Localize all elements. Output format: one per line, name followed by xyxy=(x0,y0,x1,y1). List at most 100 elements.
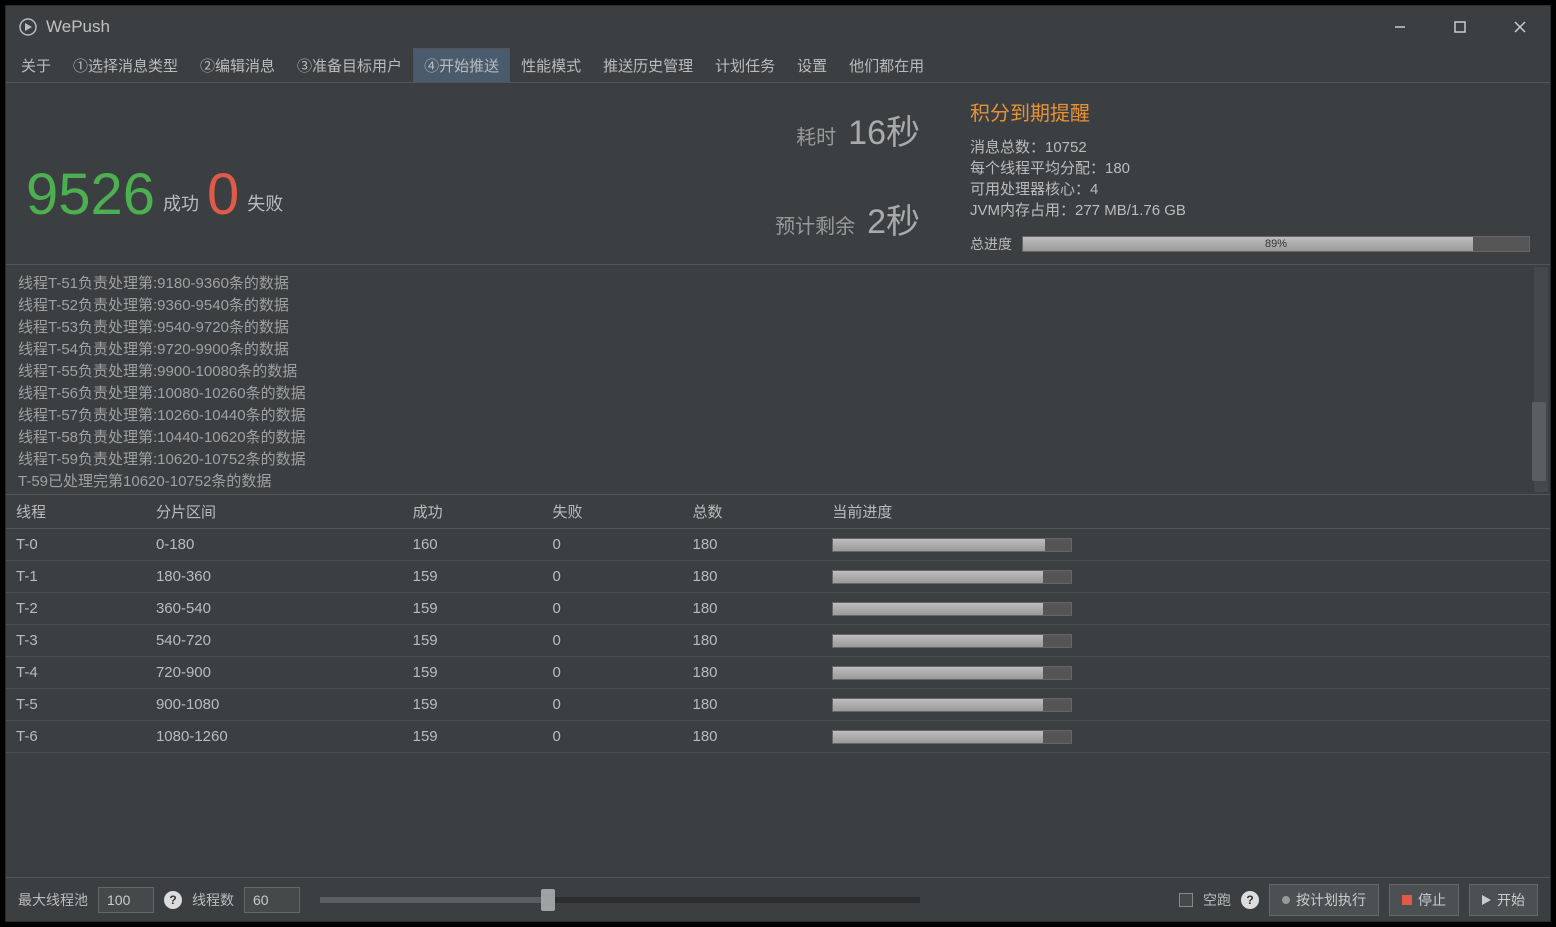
cell-thread: T-4 xyxy=(6,657,146,689)
tab-bar: 关于①选择消息类型②编辑消息③准备目标用户④开始推送性能模式推送历史管理计划任务… xyxy=(6,48,1550,83)
max-pool-label: 最大线程池 xyxy=(18,890,88,910)
cell-progress xyxy=(822,529,1550,561)
cell-progress xyxy=(822,593,1550,625)
log-line: T-59已处理完第10620-10752条的数据 xyxy=(18,471,1538,493)
remain-label: 预计剩余 xyxy=(775,210,855,239)
max-pool-input[interactable] xyxy=(98,887,154,913)
cell-fail: 0 xyxy=(543,529,683,561)
row-progress-bar xyxy=(832,538,1072,552)
cell-total: 180 xyxy=(682,625,822,657)
tab-3[interactable]: ③准备目标用户 xyxy=(286,48,413,82)
app-logo-icon xyxy=(18,17,38,37)
table-row[interactable]: T-1180-3601590180 xyxy=(6,561,1550,593)
log-scrollbar[interactable] xyxy=(1534,267,1548,492)
start-button[interactable]: 开始 xyxy=(1469,884,1538,916)
table-row[interactable]: T-2360-5401590180 xyxy=(6,593,1550,625)
maximize-button[interactable] xyxy=(1442,13,1478,41)
cell-thread: T-2 xyxy=(6,593,146,625)
cell-total: 180 xyxy=(682,721,822,753)
stats-timing: 耗时 16秒 预计剩余 2秒 xyxy=(346,83,950,264)
tab-2[interactable]: ②编辑消息 xyxy=(189,48,286,82)
col-header-0[interactable]: 线程 xyxy=(6,495,146,529)
cell-range: 360-540 xyxy=(146,593,403,625)
col-header-2[interactable]: 成功 xyxy=(403,495,543,529)
table-row[interactable]: T-4720-9001590180 xyxy=(6,657,1550,689)
tab-0[interactable]: 关于 xyxy=(10,48,62,82)
cell-thread: T-0 xyxy=(6,529,146,561)
threads-slider[interactable] xyxy=(320,897,920,903)
dry-run-label: 空跑 xyxy=(1203,890,1231,910)
elapsed-label: 耗时 xyxy=(796,121,836,150)
cell-fail: 0 xyxy=(543,657,683,689)
col-header-3[interactable]: 失败 xyxy=(543,495,683,529)
thread-table: 线程分片区间成功失败总数当前进度 T-00-1801600180T-1180-3… xyxy=(6,495,1550,753)
cell-success: 159 xyxy=(403,593,543,625)
cell-fail: 0 xyxy=(543,689,683,721)
col-header-5[interactable]: 当前进度 xyxy=(822,495,1550,529)
log-line: 线程T-56负责处理第:10080-10260条的数据 xyxy=(18,383,1538,405)
total-progress-bar: 89% xyxy=(1022,236,1530,252)
cell-fail: 0 xyxy=(543,561,683,593)
row-progress-bar xyxy=(832,634,1072,648)
tab-1[interactable]: ①选择消息类型 xyxy=(62,48,189,82)
titlebar: WePush xyxy=(6,6,1550,48)
cell-success: 159 xyxy=(403,721,543,753)
tab-5[interactable]: 性能模式 xyxy=(510,48,592,82)
tab-9[interactable]: 他们都在用 xyxy=(838,48,935,82)
threads-label: 线程数 xyxy=(192,890,234,910)
dry-run-help-icon[interactable]: ? xyxy=(1241,891,1259,909)
fail-count: 0 xyxy=(207,166,239,224)
stats-success-fail: 9526 成功 0 失败 xyxy=(6,83,346,264)
stop-button[interactable]: 停止 xyxy=(1389,884,1459,916)
table-row[interactable]: T-00-1801600180 xyxy=(6,529,1550,561)
cell-range: 1080-1260 xyxy=(146,721,403,753)
fail-label: 失败 xyxy=(247,190,283,216)
stop-icon xyxy=(1402,895,1412,905)
col-header-1[interactable]: 分片区间 xyxy=(146,495,403,529)
slider-thumb[interactable] xyxy=(541,889,555,911)
top-panel: 9526 成功 0 失败 耗时 16秒 预计剩余 2秒 积分到期提醒 消息总数：… xyxy=(6,83,1550,265)
cell-progress xyxy=(822,657,1550,689)
success-label: 成功 xyxy=(163,190,199,216)
total-progress-text: 89% xyxy=(1265,238,1287,250)
cell-success: 159 xyxy=(403,657,543,689)
dry-run-checkbox[interactable] xyxy=(1179,893,1193,907)
close-button[interactable] xyxy=(1502,13,1538,41)
col-header-4[interactable]: 总数 xyxy=(682,495,822,529)
cell-progress xyxy=(822,561,1550,593)
info-line-0: 消息总数：10752 xyxy=(970,136,1530,157)
cell-success: 160 xyxy=(403,529,543,561)
tab-7[interactable]: 计划任务 xyxy=(704,48,786,82)
cell-progress xyxy=(822,625,1550,657)
row-progress-bar xyxy=(832,602,1072,616)
cell-range: 900-1080 xyxy=(146,689,403,721)
table-row[interactable]: T-5900-10801590180 xyxy=(6,689,1550,721)
cell-total: 180 xyxy=(682,529,822,561)
max-pool-help-icon[interactable]: ? xyxy=(164,891,182,909)
tab-8[interactable]: 设置 xyxy=(786,48,838,82)
log-line: 线程T-58负责处理第:10440-10620条的数据 xyxy=(18,427,1538,449)
cell-fail: 0 xyxy=(543,593,683,625)
play-icon xyxy=(1482,895,1491,905)
cell-thread: T-5 xyxy=(6,689,146,721)
log-scroll-thumb[interactable] xyxy=(1532,402,1546,481)
cell-thread: T-6 xyxy=(6,721,146,753)
log-line: 线程T-51负责处理第:9180-9360条的数据 xyxy=(18,273,1538,295)
stop-label: 停止 xyxy=(1418,890,1446,910)
cell-range: 540-720 xyxy=(146,625,403,657)
table-row[interactable]: T-61080-12601590180 xyxy=(6,721,1550,753)
threads-input[interactable] xyxy=(244,887,300,913)
log-line: 线程T-52负责处理第:9360-9540条的数据 xyxy=(18,295,1538,317)
tab-4[interactable]: ④开始推送 xyxy=(413,48,510,82)
table-row[interactable]: T-3540-7201590180 xyxy=(6,625,1550,657)
cell-thread: T-3 xyxy=(6,625,146,657)
bullet-icon xyxy=(1282,896,1290,904)
thread-table-container[interactable]: 线程分片区间成功失败总数当前进度 T-00-1801600180T-1180-3… xyxy=(6,495,1550,877)
cell-success: 159 xyxy=(403,561,543,593)
scheduled-run-button[interactable]: 按计划执行 xyxy=(1269,884,1379,916)
minimize-button[interactable] xyxy=(1382,13,1418,41)
tab-6[interactable]: 推送历史管理 xyxy=(592,48,704,82)
row-progress-bar xyxy=(832,730,1072,744)
cell-range: 720-900 xyxy=(146,657,403,689)
log-panel[interactable]: 线程T-51负责处理第:9180-9360条的数据线程T-52负责处理第:936… xyxy=(6,265,1550,495)
